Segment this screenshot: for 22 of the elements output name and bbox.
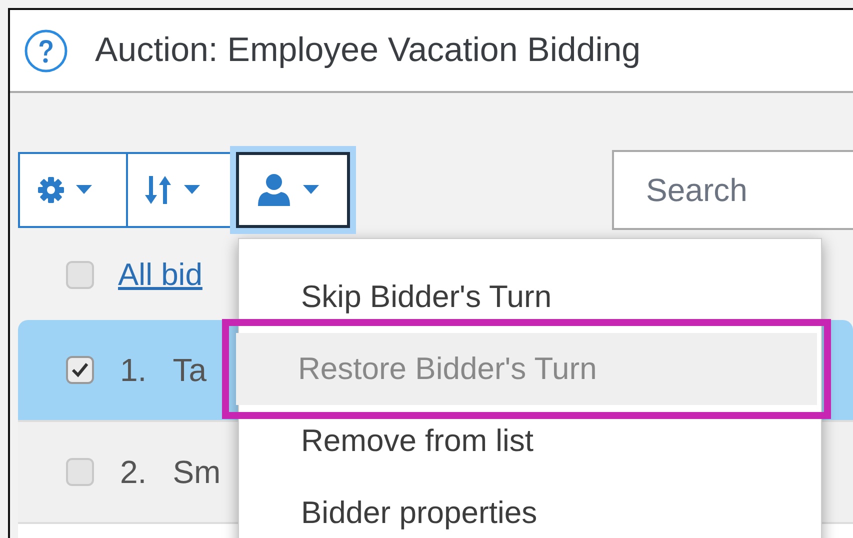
help-icon[interactable]: [24, 28, 68, 72]
check-icon: [71, 362, 89, 378]
gear-icon: [36, 175, 66, 205]
window-title: Auction: Employee Vacation Bidding: [95, 31, 641, 70]
sort-icon: [144, 174, 174, 206]
menu-item[interactable]: Remove from list: [239, 405, 821, 477]
all-bidders-link[interactable]: All bid: [118, 257, 202, 293]
checkbox[interactable]: [66, 261, 94, 289]
menu-item[interactable]: Skip Bidder's Turn: [239, 261, 821, 333]
row-number: 2.: [120, 454, 147, 490]
menu-item[interactable]: Bidder properties: [239, 477, 821, 538]
caret-icon: [76, 185, 92, 195]
row-number: 1.: [120, 352, 147, 388]
bidder-name: Ta: [172, 352, 206, 388]
search-field[interactable]: Search: [612, 150, 853, 230]
checkbox[interactable]: [66, 356, 94, 384]
checkbox[interactable]: [66, 458, 94, 486]
caret-icon: [303, 185, 319, 195]
caret-icon: [184, 185, 200, 195]
bidder-name: Sm: [172, 454, 221, 490]
person-icon: [255, 173, 293, 207]
settings-button[interactable]: [18, 152, 128, 228]
